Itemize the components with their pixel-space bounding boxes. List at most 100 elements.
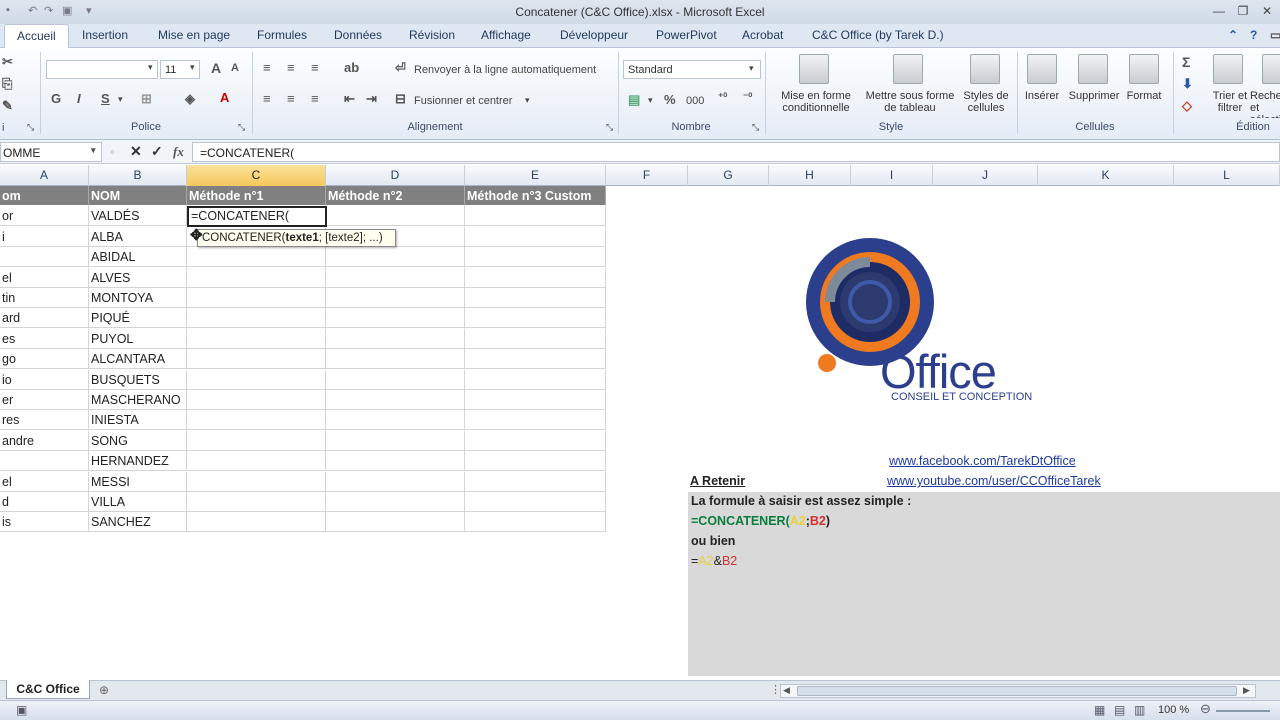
table-cell[interactable]: INIESTA	[89, 410, 187, 431]
ribbon-options-icon[interactable]: ▭	[1270, 28, 1280, 42]
table-cell[interactable]: res	[0, 410, 89, 431]
table-cell[interactable]: VILLA	[89, 492, 187, 512]
youtube-link[interactable]: www.youtube.com/user/CCOfficeTarek	[887, 474, 1101, 488]
table-cell[interactable]	[326, 308, 465, 329]
table-cell[interactable]: PUYOL	[89, 328, 187, 349]
column-header-d[interactable]: D	[326, 165, 465, 186]
normal-view-icon[interactable]: ▦	[1094, 703, 1105, 717]
table-cell[interactable]	[187, 267, 326, 288]
table-cell[interactable]	[465, 430, 606, 451]
table-cell[interactable]: andre	[0, 430, 89, 451]
table-cell[interactable]	[326, 288, 465, 308]
merge-center-button[interactable]: Fusionner et centrer	[414, 95, 512, 107]
table-cell[interactable]	[326, 328, 465, 349]
italic-button[interactable]: I	[77, 91, 81, 106]
clear-icon[interactable]: ◇	[1182, 98, 1192, 114]
insert-cells-icon[interactable]	[1027, 54, 1057, 84]
table-header-cell[interactable]: Méthode n°2	[326, 186, 465, 206]
formula-input[interactable]: =CONCATENER(	[192, 142, 1280, 162]
find-select-icon[interactable]	[1262, 54, 1280, 84]
table-cell[interactable]	[465, 410, 606, 431]
column-header-g[interactable]: G	[688, 165, 769, 186]
table-cell[interactable]	[187, 308, 326, 329]
align-top-icon[interactable]: ≡	[263, 60, 271, 75]
table-cell[interactable]	[465, 206, 606, 227]
wrap-text-button[interactable]: Renvoyer à la ligne automatiquement	[414, 64, 596, 76]
table-cell[interactable]: is	[0, 512, 89, 533]
facebook-link[interactable]: www.facebook.com/TarekDtOffice	[889, 454, 1076, 468]
currency-icon[interactable]: ▤	[628, 92, 640, 108]
table-cell[interactable]	[465, 349, 606, 370]
zoom-out-icon[interactable]: ⊖	[1200, 701, 1211, 717]
table-cell[interactable]: ard	[0, 308, 89, 329]
table-cell[interactable]	[187, 451, 326, 472]
column-header-b[interactable]: B	[89, 165, 187, 186]
borders-icon[interactable]: ⊞	[141, 91, 152, 107]
fill-icon[interactable]: ⬇	[1182, 76, 1193, 92]
table-cell[interactable]: i	[0, 226, 89, 247]
chevron-down-icon[interactable]: ▾	[648, 95, 653, 106]
table-cell[interactable]: ALBA	[89, 226, 187, 247]
clipboard-launcher-icon[interactable]: ⤡	[27, 122, 34, 133]
align-center-icon[interactable]: ≡	[287, 91, 295, 106]
table-cell[interactable]	[465, 390, 606, 410]
horizontal-scrollbar[interactable]: ◀ ▶	[780, 684, 1256, 698]
table-cell[interactable]	[187, 512, 326, 533]
table-cell[interactable]	[326, 492, 465, 512]
page-layout-view-icon[interactable]: ▤	[1114, 703, 1125, 717]
chevron-down-icon[interactable]: ▾	[148, 62, 153, 73]
tab-developpeur[interactable]: Développeur	[560, 28, 628, 42]
table-cell[interactable]: ALVES	[89, 267, 187, 288]
fill-color-icon[interactable]: ◈	[185, 91, 195, 107]
chevron-down-icon[interactable]: ▾	[525, 95, 530, 106]
chevron-down-icon[interactable]: ▾	[118, 94, 123, 105]
table-cell[interactable]	[187, 288, 326, 308]
insert-function-icon[interactable]: fx	[173, 144, 184, 160]
table-cell[interactable]	[465, 267, 606, 288]
tooltip-function-name[interactable]: CONCATENER(	[202, 232, 285, 244]
decrease-indent-icon[interactable]: ⇤	[344, 91, 355, 107]
column-header-j[interactable]: J	[933, 165, 1038, 186]
sheet-tab-cc-office[interactable]: C&C Office	[6, 680, 90, 699]
table-cell[interactable]: VALDÉS	[89, 206, 187, 227]
table-cell[interactable]	[326, 349, 465, 370]
table-cell[interactable]: el	[0, 471, 89, 492]
delete-cells-button[interactable]: Supprimer	[1064, 90, 1124, 102]
table-cell[interactable]	[326, 410, 465, 431]
column-header-h[interactable]: H	[769, 165, 851, 186]
table-cell[interactable]: MASCHERANO	[89, 390, 187, 410]
table-cell[interactable]	[465, 328, 606, 349]
tab-revision[interactable]: Révision	[409, 28, 455, 42]
table-cell[interactable]	[326, 390, 465, 410]
chevron-down-icon[interactable]: ▾	[91, 145, 96, 156]
column-header-l[interactable]: L	[1174, 165, 1280, 186]
number-launcher-icon[interactable]: ⤡	[752, 122, 759, 133]
table-cell[interactable]	[326, 267, 465, 288]
number-format-combo[interactable]: Standard	[623, 60, 761, 79]
table-cell[interactable]: es	[0, 328, 89, 349]
table-cell[interactable]	[326, 369, 465, 390]
table-cell[interactable]	[465, 471, 606, 492]
table-cell[interactable]: er	[0, 390, 89, 410]
align-bottom-icon[interactable]: ≡	[311, 60, 319, 75]
format-cells-icon[interactable]	[1129, 54, 1159, 84]
table-cell[interactable]: ABIDAL	[89, 247, 187, 268]
insert-cells-button[interactable]: Insérer	[1020, 90, 1064, 102]
tab-mise-en-page[interactable]: Mise en page	[158, 28, 230, 42]
table-header-cell[interactable]: NOM	[89, 186, 187, 206]
autosum-icon[interactable]: Σ	[1182, 54, 1190, 70]
conditional-format-icon[interactable]	[799, 54, 829, 84]
table-cell[interactable]	[465, 288, 606, 308]
chevron-down-icon[interactable]: ▾	[749, 63, 754, 74]
page-break-view-icon[interactable]: ▥	[1134, 703, 1145, 717]
tab-cc-office[interactable]: C&C Office (by Tarek D.)	[812, 28, 944, 42]
align-right-icon[interactable]: ≡	[311, 91, 319, 106]
copy-icon[interactable]: ⎘	[2, 76, 12, 92]
table-cell[interactable]	[187, 410, 326, 431]
active-cell-editor[interactable]: =CONCATENER(	[187, 206, 327, 227]
table-cell[interactable]: MESSI	[89, 471, 187, 492]
table-cell[interactable]: SONG	[89, 430, 187, 451]
name-box[interactable]: OMME	[0, 142, 102, 162]
delete-cells-icon[interactable]	[1078, 54, 1108, 84]
decrease-decimal-icon[interactable]: ⁻⁰	[743, 92, 752, 103]
